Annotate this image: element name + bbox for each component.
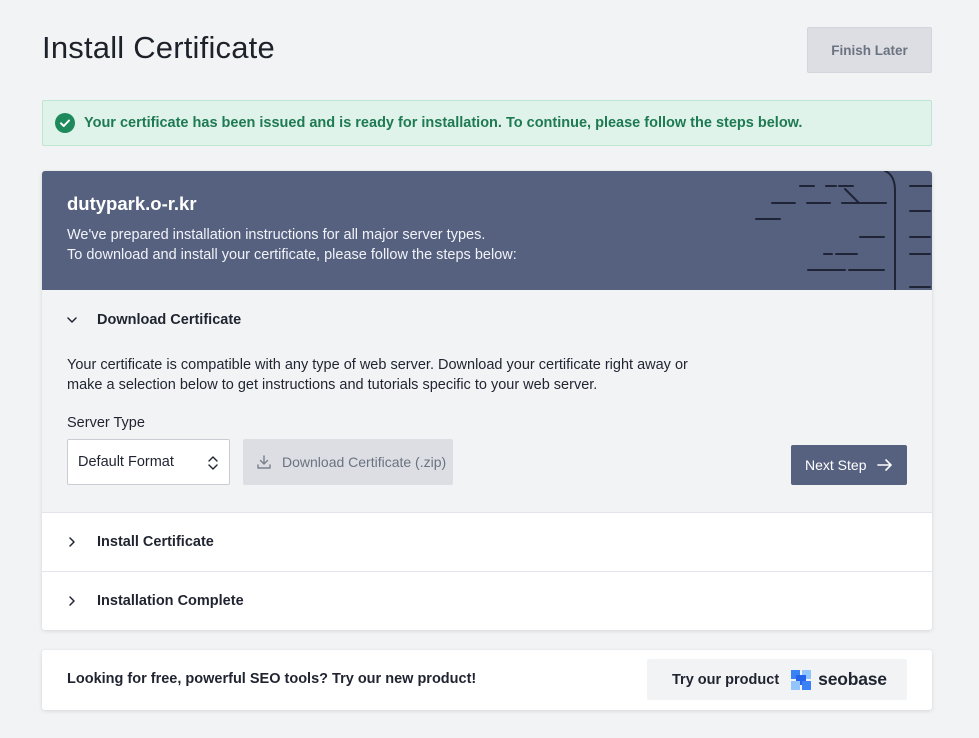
intro-text-line-2: To download and install your certificate…	[67, 247, 517, 263]
arrow-right-icon	[877, 459, 892, 471]
server-type-value: Default Format	[78, 454, 174, 470]
download-certificate-button[interactable]: Download Certificate (.zip)	[243, 439, 453, 485]
page-title: Install Certificate	[42, 30, 275, 65]
step-title: Download Certificate	[97, 312, 242, 328]
step-title: Installation Complete	[97, 593, 244, 609]
download-icon	[257, 455, 271, 469]
step-install-certificate[interactable]: Install Certificate	[42, 512, 932, 572]
success-alert: Your certificate has been issued and is …	[42, 100, 932, 146]
chevron-right-icon	[69, 596, 75, 606]
next-step-button[interactable]: Next Step	[791, 445, 907, 485]
seobase-wordmark: seobase	[818, 669, 887, 689]
download-button-label: Download Certificate (.zip)	[282, 454, 447, 470]
step-title: Install Certificate	[97, 534, 214, 550]
check-circle-icon	[55, 113, 75, 133]
seobase-logo: seobase	[790, 669, 887, 691]
seobase-logo-icon	[791, 669, 812, 690]
promo-text: Looking for free, powerful SEO tools? Tr…	[67, 671, 477, 687]
step-description: Your certificate is compatible with any …	[67, 357, 688, 393]
step-download-header[interactable]: Download Certificate	[42, 290, 932, 350]
decorative-server-illustration	[755, 171, 932, 290]
updown-arrows-icon	[208, 456, 218, 470]
step-download-certificate: Download Certificate Your certificate is…	[42, 290, 932, 512]
try-product-button[interactable]: Try our product seobase	[647, 659, 907, 700]
try-product-label: Try our product	[672, 671, 780, 688]
install-card: dutypark.o-r.kr We've prepared installat…	[42, 171, 932, 630]
promo-banner: Looking for free, powerful SEO tools? Tr…	[42, 650, 932, 710]
server-type-select[interactable]: Default Format	[67, 439, 230, 485]
chevron-right-icon	[69, 537, 75, 547]
chevron-down-icon	[67, 317, 77, 323]
step-installation-complete[interactable]: Installation Complete	[42, 571, 932, 630]
finish-later-button[interactable]: Finish Later	[807, 27, 932, 73]
next-step-label: Next Step	[805, 457, 867, 473]
alert-message: Your certificate has been issued and is …	[84, 115, 803, 131]
domain-name: dutypark.o-r.kr	[67, 193, 197, 214]
server-type-label: Server Type	[67, 415, 145, 431]
card-header: dutypark.o-r.kr We've prepared installat…	[42, 171, 932, 290]
intro-text-line-1: We've prepared installation instructions…	[67, 227, 486, 243]
